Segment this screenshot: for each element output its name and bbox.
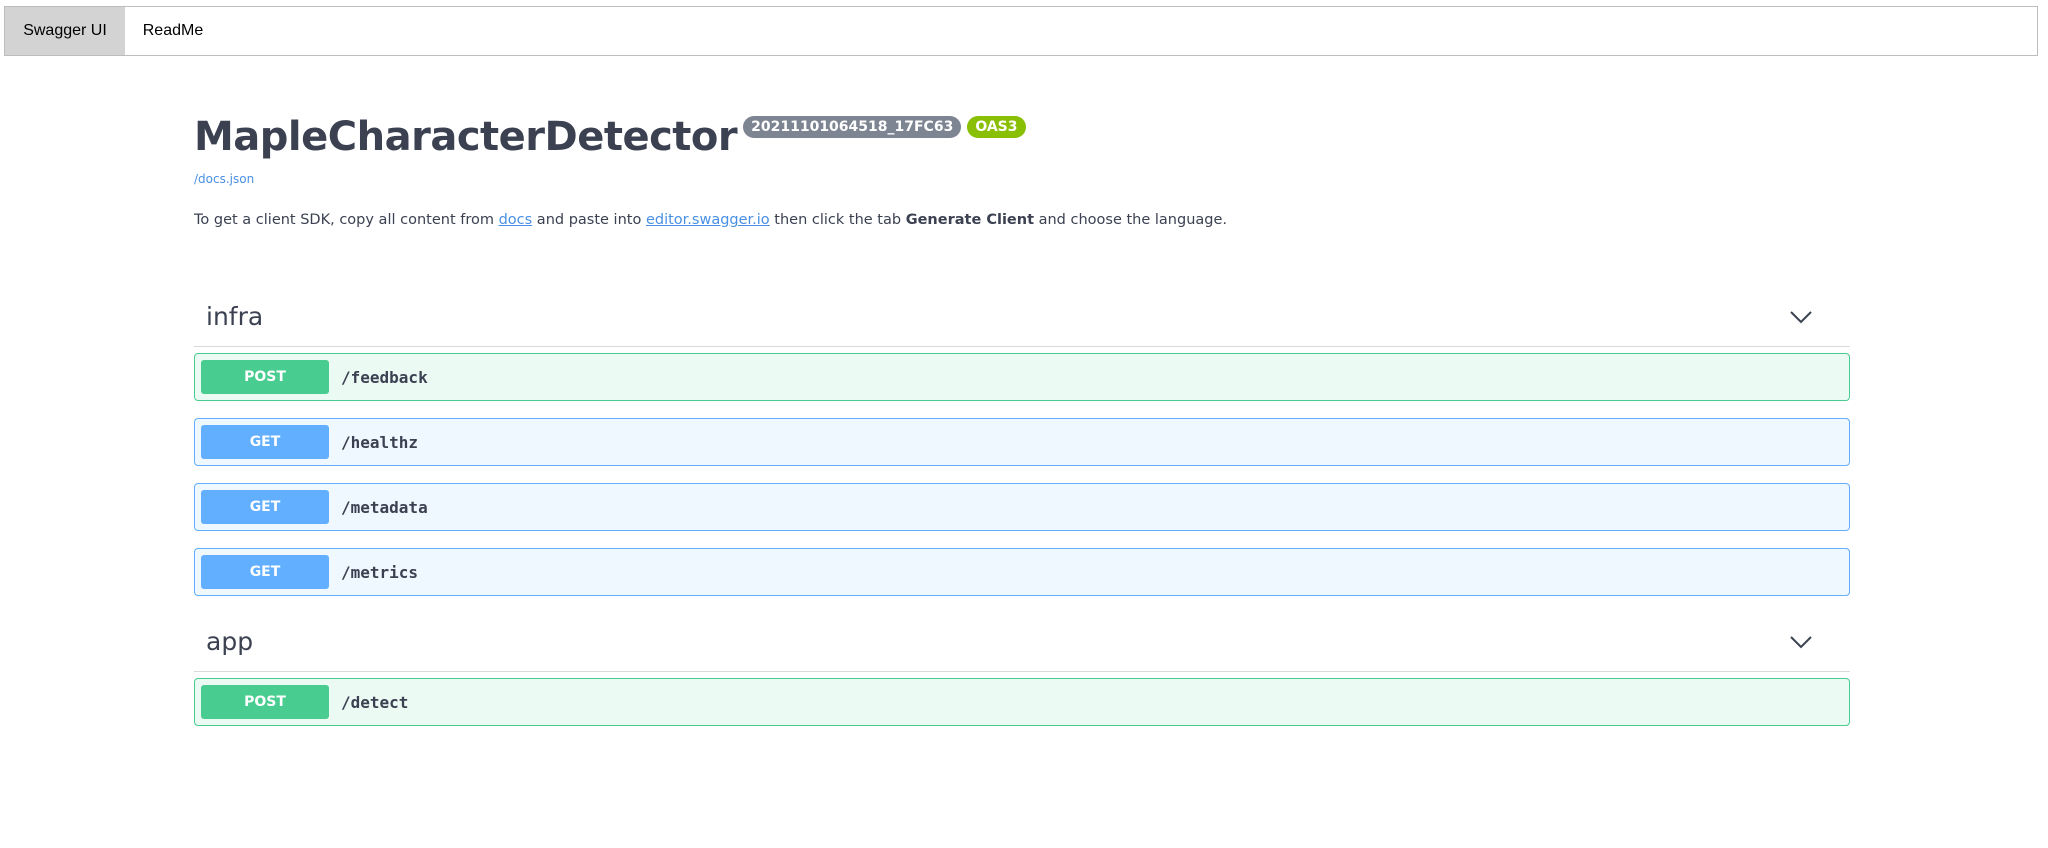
endpoint-path: /metrics [341,562,419,582]
operation-post-detect[interactable]: POST /detect [194,678,1850,726]
api-info: MapleCharacterDetector 20211101064518_17… [194,108,1850,228]
description: To get a client SDK, copy all content fr… [194,212,1850,228]
oas-badge: OAS3 [967,116,1026,138]
endpoint-path: /metadata [341,497,428,517]
chevron-down-icon[interactable] [1790,635,1812,649]
method-badge: GET [201,555,329,589]
tag-header-infra[interactable]: infra [194,287,1850,347]
desc-bold-text: Generate Client [905,212,1034,228]
tab-readme[interactable]: ReadMe [125,7,221,55]
tag-header-app[interactable]: app [194,612,1850,672]
method-badge: GET [201,425,329,459]
tag-name: infra [206,302,264,331]
desc-text: then click the tab [769,212,906,228]
operation-get-healthz[interactable]: GET /healthz [194,418,1850,466]
top-nav-bar: Swagger UI ReadMe [4,6,2038,56]
method-badge: GET [201,490,329,524]
title-row: MapleCharacterDetector 20211101064518_17… [194,108,1850,166]
desc-text: To get a client SDK, copy all content fr… [194,212,499,228]
docs-link[interactable]: docs [499,212,533,228]
version-badge: 20211101064518_17FC63 [743,116,962,138]
operation-get-metadata[interactable]: GET /metadata [194,483,1850,531]
endpoint-path: /feedback [341,367,428,387]
section-infra: infra POST /feedback GET /healthz GET /m… [194,287,1850,596]
operation-post-feedback[interactable]: POST /feedback [194,353,1850,401]
operation-get-metrics[interactable]: GET /metrics [194,548,1850,596]
docs-json-link[interactable]: /docs.json [194,172,1850,186]
page-title: MapleCharacterDetector [194,114,738,160]
method-badge: POST [201,360,329,394]
method-badge: POST [201,685,329,719]
tab-swagger-ui[interactable]: Swagger UI [5,7,125,55]
section-app: app POST /detect [194,612,1850,726]
tag-name: app [206,627,254,656]
endpoint-path: /detect [341,692,409,712]
desc-text: and paste into [532,212,646,228]
endpoint-path: /healthz [341,432,419,452]
chevron-down-icon[interactable] [1790,310,1812,324]
desc-text: and choose the language. [1034,212,1228,228]
editor-swagger-link[interactable]: editor.swagger.io [646,212,770,228]
